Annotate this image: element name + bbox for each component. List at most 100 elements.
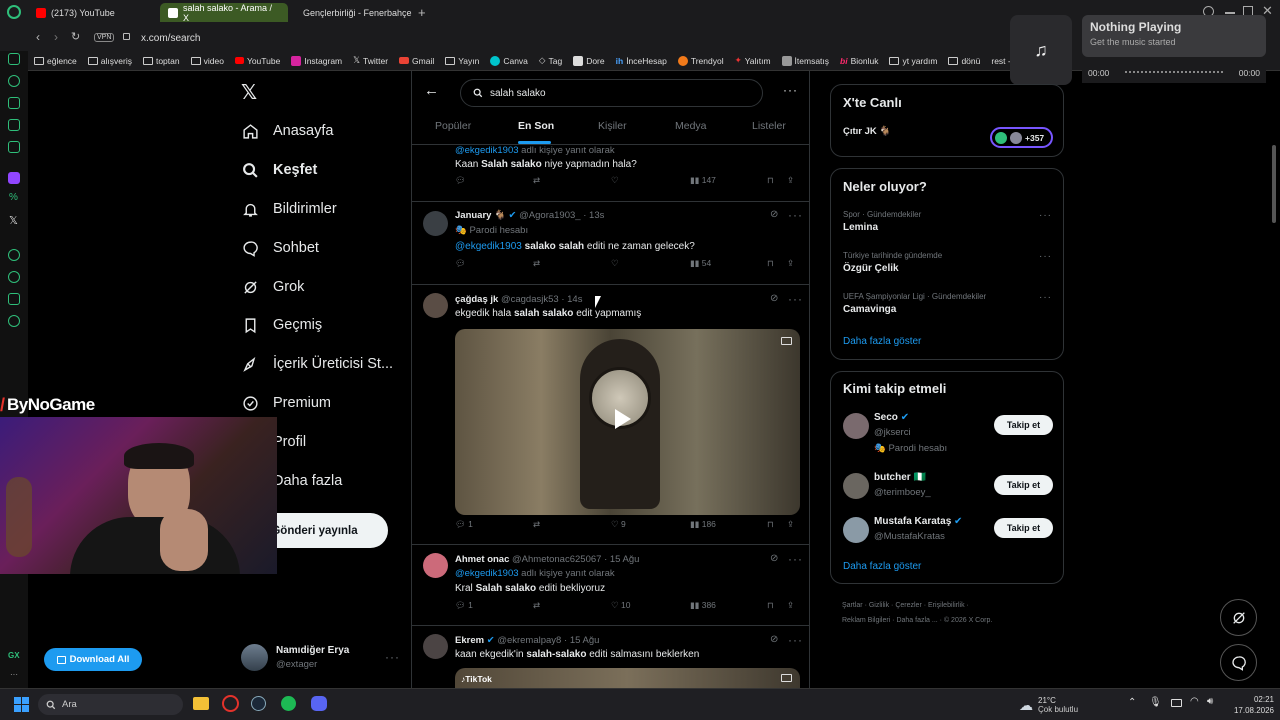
share-icon[interactable]: ⇪: [787, 258, 794, 269]
bookmark-item[interactable]: Trendyol: [677, 55, 724, 66]
grok-icon[interactable]: ⊘: [770, 209, 778, 220]
grok-icon[interactable]: ⊘: [770, 634, 778, 645]
crypto-icon[interactable]: [8, 119, 20, 131]
follow-button[interactable]: Takip et: [994, 518, 1053, 538]
like-icon[interactable]: ♡ 10: [611, 600, 630, 611]
music-info[interactable]: Nothing Playing Get the music started: [1082, 15, 1266, 57]
forward-icon[interactable]: ›: [54, 30, 58, 44]
nav-home[interactable]: Anasayfa: [241, 122, 333, 140]
retweet-icon[interactable]: ⇄: [533, 519, 540, 530]
tab-latest[interactable]: En Son: [518, 120, 554, 132]
like-icon[interactable]: ♡ 9: [611, 519, 626, 530]
x-logo-icon[interactable]: 𝕏: [241, 80, 257, 105]
bookmark-item[interactable]: alışveriş: [87, 56, 132, 66]
retweet-icon[interactable]: ⇄: [533, 175, 540, 186]
more-dots-icon[interactable]: ···: [788, 292, 803, 306]
reply-icon[interactable]: 💬︎: [455, 258, 466, 269]
bookmark-item[interactable]: video: [190, 56, 224, 66]
more-dots-icon[interactable]: ···: [1039, 251, 1052, 262]
tab-people[interactable]: Kişiler: [598, 120, 627, 132]
keyboard-icon[interactable]: [1171, 699, 1182, 707]
avatar[interactable]: [423, 634, 448, 659]
wifi-icon[interactable]: ◠: [1190, 696, 1199, 707]
settings-gear-icon[interactable]: [8, 315, 20, 327]
file-explorer-icon[interactable]: [193, 697, 209, 710]
more-dots-icon[interactable]: ···: [788, 633, 803, 647]
author-handle[interactable]: @ekremalpay8: [497, 635, 561, 646]
opera-gx-icon[interactable]: [222, 695, 239, 712]
bookmark-item[interactable]: yt yardım: [889, 56, 937, 66]
retweet-icon[interactable]: ⇄: [533, 258, 540, 269]
avatar[interactable]: [423, 293, 448, 318]
views-icon[interactable]: ▮▮ 147: [690, 175, 716, 186]
bookmark-item[interactable]: dönü: [948, 56, 980, 66]
bookmark-icon[interactable]: ⊓: [767, 519, 774, 530]
more-dots-icon[interactable]: ···: [385, 650, 400, 664]
tab-popular[interactable]: Popüler: [435, 120, 471, 132]
follow-button[interactable]: Takip et: [994, 475, 1053, 495]
bookmark-item[interactable]: Canva: [490, 55, 528, 66]
tab-lists[interactable]: Listeler: [752, 120, 786, 132]
retweet-icon[interactable]: ⇄: [533, 600, 540, 611]
vpn-badge[interactable]: VPN: [94, 33, 115, 42]
gx-icon[interactable]: GX: [8, 651, 20, 660]
reply-icon[interactable]: 💬︎: [455, 175, 466, 186]
clock[interactable]: 02:21 17.08.2026: [1222, 694, 1274, 716]
discord-icon[interactable]: [311, 696, 327, 711]
views-icon[interactable]: ▮▮ 186: [690, 519, 716, 530]
more-dots-icon[interactable]: ···: [788, 208, 803, 222]
taskbar-search[interactable]: Ara: [38, 694, 183, 715]
bookmark-icon[interactable]: ⊓: [767, 258, 774, 269]
messenger-icon[interactable]: [8, 141, 20, 153]
history-icon[interactable]: [8, 271, 20, 283]
download-all-button[interactable]: Download All: [44, 648, 142, 671]
wallet-icon[interactable]: [8, 53, 20, 65]
bookmark-icon[interactable]: ⊓: [767, 600, 774, 611]
steam-icon[interactable]: [251, 696, 266, 711]
reply-icon[interactable]: 💬︎ 1: [455, 519, 473, 530]
follow-suggestion[interactable]: Seco ✔ @jkserci 🎭 Parodi hesabı Takip et: [831, 410, 1063, 458]
follow-button[interactable]: Takip et: [994, 415, 1053, 435]
tweet-time[interactable]: 14s: [567, 294, 582, 305]
trend-item[interactable]: Spor · Gündemdekiler Lemina ···: [843, 210, 1055, 233]
show-more-link[interactable]: Daha fazla göster: [843, 336, 921, 347]
bookmark-item[interactable]: Gmail: [399, 56, 434, 66]
volume-icon[interactable]: 🔊︎: [1207, 696, 1213, 707]
tweet-video[interactable]: [455, 329, 800, 515]
tray-chevron-icon[interactable]: ⌃: [1128, 697, 1136, 708]
bookmark-icon[interactable]: ⊓: [767, 175, 774, 186]
bookmark-item[interactable]: İtemsatış: [781, 55, 829, 66]
music-seek-bar[interactable]: [1125, 71, 1223, 75]
more-dots-icon[interactable]: ···: [783, 83, 798, 97]
views-icon[interactable]: ▮▮ 54: [690, 258, 711, 269]
bookmark-item[interactable]: Yayın: [445, 56, 479, 66]
bookmark-item[interactable]: Instagram: [291, 55, 342, 66]
nav-premium[interactable]: Premium: [241, 394, 331, 412]
windows-start-icon[interactable]: [14, 697, 29, 712]
minimize-icon[interactable]: [1225, 12, 1235, 14]
trend-item[interactable]: UEFA Şampiyonlar Ligi · Gündemdekiler Ca…: [843, 292, 1055, 315]
tweet[interactable]: çağdaş jk @cagdasjk53 · 14s ⊘ ··· ekgedi…: [412, 285, 809, 545]
nav-bookmarks[interactable]: Geçmiş: [241, 316, 322, 334]
bookmark-item[interactable]: 𝕏 Twitter: [353, 55, 388, 66]
url-field[interactable]: x.com/search: [141, 33, 200, 44]
share-icon[interactable]: ⇪: [787, 175, 794, 186]
like-icon[interactable]: ♡: [611, 258, 619, 269]
nav-messages[interactable]: Sohbet: [241, 239, 319, 257]
author-name[interactable]: Ahmet onac: [455, 554, 509, 565]
grok-icon[interactable]: ⊘: [770, 553, 778, 564]
percent-icon[interactable]: %: [9, 192, 18, 203]
tweet[interactable]: Ahmet onac @Ahmetonac625067 · 15 Ağu ⊘ ·…: [412, 545, 809, 626]
more-dots-icon[interactable]: ···: [1039, 210, 1052, 221]
nav-creator-studio[interactable]: İçerik Üreticisi St...: [241, 355, 393, 373]
author-handle[interactable]: @Agora1903_: [519, 210, 580, 221]
messages-floating-button[interactable]: [1220, 644, 1257, 681]
bookmark-item[interactable]: Dore: [573, 55, 605, 66]
robot-icon[interactable]: [8, 97, 20, 109]
avatar[interactable]: [423, 211, 448, 236]
search-input[interactable]: salah salako: [460, 79, 763, 107]
bookmark-item[interactable]: ih İnceHesap: [616, 56, 667, 66]
trend-item[interactable]: Türkiye tarihinde gündemde Özgür Çelik ·…: [843, 251, 1055, 274]
tweet-time[interactable]: 13s: [589, 210, 604, 221]
tab-x-search[interactable]: salah salako - Arama / X: [160, 3, 288, 23]
